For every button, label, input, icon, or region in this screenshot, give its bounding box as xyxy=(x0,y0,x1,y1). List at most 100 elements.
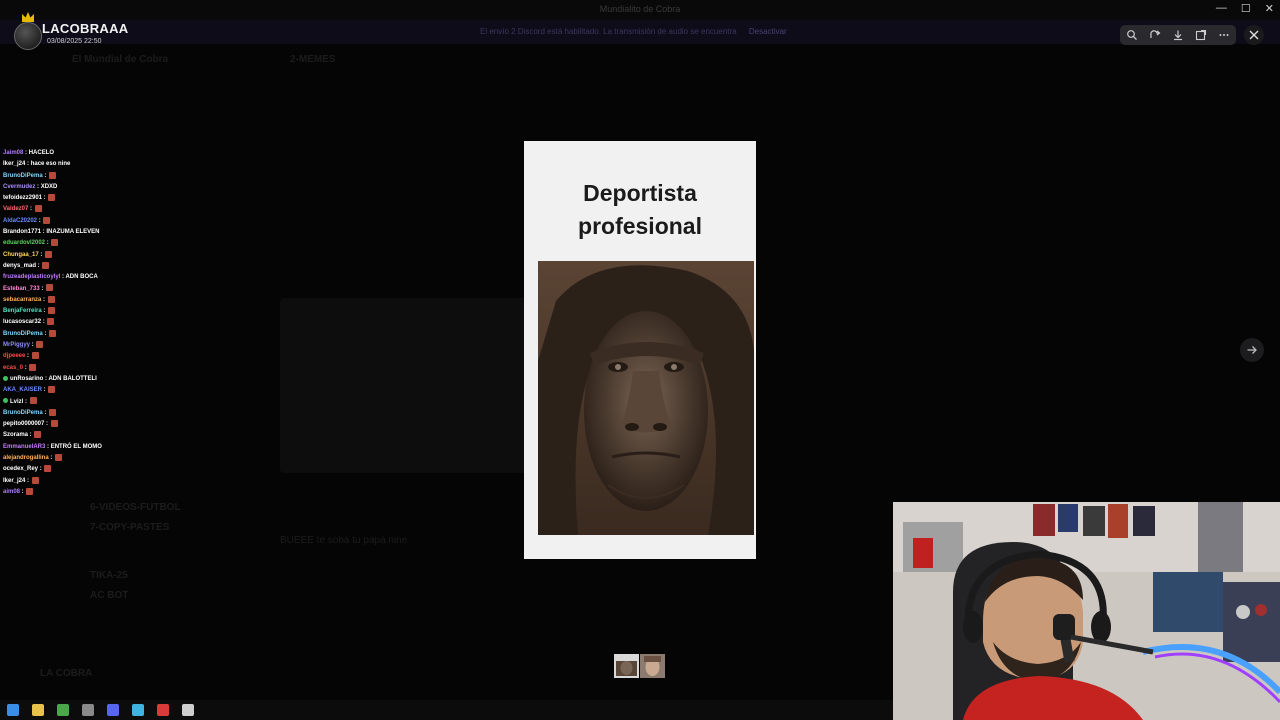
chrome-icon[interactable] xyxy=(56,704,69,716)
minimize-button[interactable]: — xyxy=(1216,2,1227,15)
chat-username[interactable]: Brandon1771 xyxy=(3,229,41,235)
chat-username[interactable]: Lvizl xyxy=(10,399,23,405)
emote-icon xyxy=(55,453,63,461)
ghost-user: LA COBRA xyxy=(40,668,93,679)
chat-username[interactable]: BrunoDiPema xyxy=(3,173,43,179)
chat-message: aim08 : xyxy=(3,487,203,498)
chat-separator: : xyxy=(41,319,47,326)
chat-message: Szorama : xyxy=(3,430,203,441)
chat-separator: : xyxy=(25,477,31,484)
chat-message: unRosarino : ADN BALOTTELI xyxy=(3,374,203,385)
emote-icon xyxy=(43,216,51,224)
windows-start-icon[interactable] xyxy=(6,704,19,716)
chat-username[interactable]: AKA_KAISER xyxy=(3,387,42,393)
red-app-icon[interactable] xyxy=(156,704,169,716)
chat-text: INAZUMA ELEVEN xyxy=(46,229,100,236)
ghost-server-name: El Mundial de Cobra xyxy=(72,54,169,65)
discord-icon[interactable] xyxy=(106,704,119,716)
chat-text: XDXD xyxy=(40,183,58,190)
chat-message: fruzeadeplasticoylyl : ADN BOCA xyxy=(3,272,203,283)
terminal-icon[interactable] xyxy=(181,704,194,716)
chat-username[interactable]: BrunoDiPema xyxy=(3,331,43,337)
streamer-avatar xyxy=(14,22,42,50)
chat-username[interactable]: fruzeadeplasticoylyl xyxy=(3,274,60,280)
chat-username[interactable]: ecas_0 xyxy=(3,365,23,371)
open-external-icon[interactable] xyxy=(1195,29,1207,41)
chat-username[interactable]: BenjaFerreira xyxy=(3,308,42,314)
app-titlebar: Mundialito de Cobra — ☐ ✕ xyxy=(0,0,1280,20)
chat-separator: : xyxy=(37,217,43,224)
chat-username[interactable]: Esteban_733 xyxy=(3,286,40,292)
crown-icon xyxy=(22,12,34,22)
chat-username[interactable]: pepito0000007 xyxy=(3,421,44,427)
chat-username[interactable]: tefoidezz2901 xyxy=(3,195,42,201)
chat-message: BrunoDiPema : xyxy=(3,171,203,182)
chat-username[interactable]: Jaim08 xyxy=(3,150,23,156)
thumbnail-1[interactable] xyxy=(614,654,639,678)
chat-message: tefoidezz2901 : xyxy=(3,193,203,204)
chat-username[interactable]: Iker_j24 xyxy=(3,478,25,484)
more-icon[interactable] xyxy=(1218,29,1230,41)
chat-separator: : xyxy=(42,330,49,337)
window-title: Mundialito de Cobra xyxy=(599,4,681,14)
chat-username[interactable]: unRosarino xyxy=(10,376,43,382)
meme-title: Deportista profesional xyxy=(524,177,756,243)
chat-username[interactable]: Cvermudez xyxy=(3,184,35,190)
chat-username[interactable]: Iker_j24 xyxy=(3,161,25,167)
chat-separator: : xyxy=(28,432,34,439)
obs-icon[interactable] xyxy=(81,704,94,716)
rotate-icon[interactable] xyxy=(1149,29,1161,41)
banner-link[interactable]: Desactivar xyxy=(749,27,787,36)
badge-icon xyxy=(3,375,8,381)
chat-message: lucasoscar32 : xyxy=(3,317,203,328)
download-icon[interactable] xyxy=(1172,29,1184,41)
viewer-toolbar xyxy=(1120,25,1236,45)
emote-icon xyxy=(46,284,54,292)
viewer-close-button[interactable] xyxy=(1244,25,1264,45)
thumbnail-2[interactable] xyxy=(640,654,665,678)
ghost-category-2: 7-COPY-PASTES xyxy=(90,522,170,533)
ghost-category-3: TIKA-25 xyxy=(90,570,128,581)
chat-message: ocedex_Rey : xyxy=(3,464,203,475)
file-explorer-icon[interactable] xyxy=(31,704,44,716)
chat-username[interactable]: lucasoscar32 xyxy=(3,319,41,325)
chat-message: sebacarranza : xyxy=(3,295,203,306)
emote-icon xyxy=(29,363,37,371)
chat-message: Esteban_733 : xyxy=(3,284,203,295)
chat-username[interactable]: Chungaa_17 xyxy=(3,252,39,258)
chat-text: ENTRÓ EL MOMO xyxy=(50,443,102,450)
chat-username[interactable]: denys_mad xyxy=(3,263,36,269)
emote-icon xyxy=(48,386,56,394)
streamer-overlay: LACOBRAAA 03/08/2025 22:50 xyxy=(14,12,134,50)
chat-separator: : xyxy=(38,251,45,258)
chat-username[interactable]: EmmanuelAR3 xyxy=(3,444,45,450)
chat-message: EmmanuelAR3 : ENTRÓ EL MOMO xyxy=(3,442,203,453)
chat-username[interactable]: ocedex_Rey xyxy=(3,466,38,472)
chat-username[interactable]: djpeeee xyxy=(3,353,25,359)
emote-icon xyxy=(50,420,58,428)
chat-message: Iker_j24 : hace eso nine xyxy=(3,159,203,170)
notepad-icon[interactable] xyxy=(131,704,144,716)
chat-message: BrunoDiPema : xyxy=(3,408,203,419)
chat-message: eduardovl2002 : xyxy=(3,238,203,249)
emote-icon xyxy=(26,487,34,495)
chat-separator: : xyxy=(44,421,50,428)
chat-username[interactable]: aim08 xyxy=(3,489,20,495)
chat-username[interactable]: BrunoDiPema xyxy=(3,410,43,416)
next-image-button[interactable] xyxy=(1240,338,1264,362)
chat-username[interactable]: AldaC20202 xyxy=(3,218,37,224)
maximize-button[interactable]: ☐ xyxy=(1241,2,1251,15)
chat-text: ADN BALOTTELI xyxy=(48,375,97,382)
chat-username[interactable]: alejandrogallina xyxy=(3,455,49,461)
chat-username[interactable]: eduardovl2002 xyxy=(3,240,45,246)
chat-separator: : xyxy=(41,296,47,303)
chat-username[interactable]: sebacarranza xyxy=(3,297,41,303)
ghost-category-1: 6-VIDEOS-FUTBOL xyxy=(90,502,181,513)
zoom-icon[interactable] xyxy=(1126,29,1138,41)
chat-username[interactable]: Szorama xyxy=(3,432,28,438)
chat-username[interactable]: Valdez07 xyxy=(3,206,28,212)
chat-separator: : xyxy=(36,262,42,269)
window-close-button[interactable]: ✕ xyxy=(1265,2,1274,15)
emote-icon xyxy=(51,239,59,247)
chat-username[interactable]: MrPiggyy xyxy=(3,342,30,348)
